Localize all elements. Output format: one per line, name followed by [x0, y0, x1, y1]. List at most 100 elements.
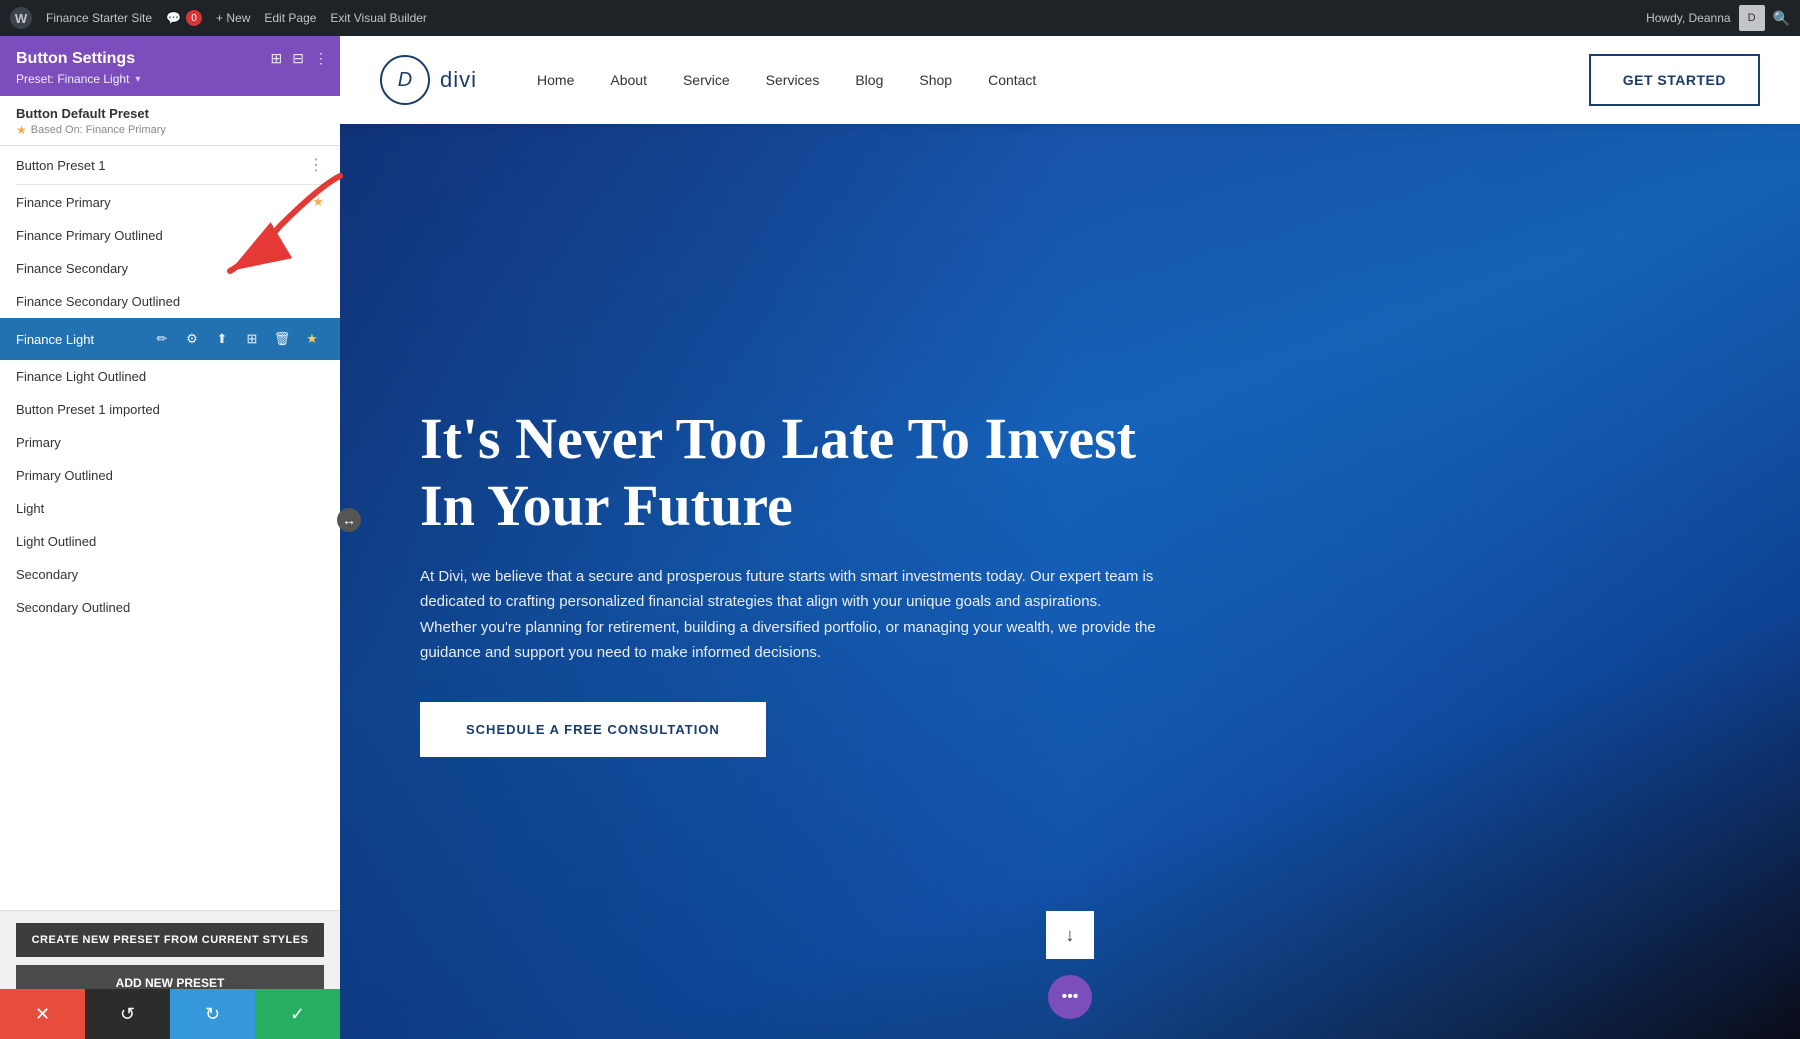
panel-title-icons: ⊞ ⊟ ⋮ [271, 50, 328, 67]
comment-count: 0 [186, 10, 202, 26]
preset-item-more-dots[interactable]: ⋮ [308, 155, 324, 175]
preset-item-primary-outlined[interactable]: Primary Outlined [0, 459, 340, 492]
scroll-down-icon: ↓ [1066, 925, 1075, 946]
site-navbar: D divi Home About Service Services Blog … [340, 36, 1800, 124]
website-preview: D divi Home About Service Services Blog … [340, 36, 1800, 1039]
edit-preset-icon[interactable]: ✏ [150, 327, 174, 351]
get-started-button[interactable]: GET STARTED [1589, 54, 1760, 106]
duplicate-preset-icon[interactable]: ⊞ [240, 327, 264, 351]
panel-title-text: Button Settings [16, 50, 135, 68]
hero-section: It's Never Too Late To Invest In Your Fu… [340, 124, 1800, 1039]
preset-item-light[interactable]: Light [0, 492, 340, 525]
wordpress-logo[interactable]: W [10, 7, 32, 29]
preset-item-name: Light Outlined [16, 534, 324, 549]
columns-icon[interactable]: ⊟ [292, 50, 304, 67]
preset-item-name: Secondary [16, 567, 324, 582]
panel-subtitle[interactable]: Preset: Finance Light ▾ [16, 72, 324, 86]
preset-item-finance-primary-outlined[interactable]: Finance Primary Outlined [0, 219, 340, 252]
hero-title: It's Never Too Late To Invest In Your Fu… [420, 406, 1160, 539]
hero-description: At Divi, we believe that a secure and pr… [420, 564, 1160, 666]
nav-shop[interactable]: Shop [919, 72, 952, 88]
upload-preset-icon[interactable]: ⬆ [210, 327, 234, 351]
create-preset-button[interactable]: CREATE NEW PRESET FROM CURRENT STYLES [16, 923, 324, 957]
delete-preset-icon[interactable]: 🗑 [270, 327, 294, 351]
scroll-down-button[interactable]: ↓ [1046, 911, 1094, 959]
purple-menu-button[interactable]: ••• [1048, 975, 1092, 1019]
search-icon[interactable]: 🔍 [1773, 10, 1790, 27]
exit-builder-button[interactable]: Exit Visual Builder [330, 11, 427, 25]
preset-star-icon: ★ [312, 194, 324, 210]
panel-header: Button Settings ⊞ ⊟ ⋮ Preset: Finance Li… [0, 36, 340, 96]
star-preset-icon[interactable]: ★ [300, 327, 324, 351]
preset-item-secondary[interactable]: Secondary [0, 558, 340, 591]
more-icon[interactable]: ⋮ [314, 50, 328, 67]
resize-handle[interactable]: ↔ [337, 508, 361, 532]
schedule-consultation-button[interactable]: SCHEDULE A FREE CONSULTATION [420, 702, 766, 757]
comment-icon: 💬 [166, 11, 181, 25]
default-preset-section: Button Default Preset ★ Based On: Financ… [0, 96, 340, 146]
save-icon: ✓ [290, 1004, 305, 1025]
preset-list: Button Preset 1 ⋮ Finance Primary ★ Fina… [0, 146, 340, 910]
bottom-toolbar: ✕ ↺ ↻ ✓ [0, 989, 340, 1039]
nav-services[interactable]: Services [766, 72, 820, 88]
cancel-icon: ✕ [35, 1004, 50, 1025]
based-on: ★ Based On: Finance Primary [16, 123, 324, 137]
preset-item-finance-light-outlined[interactable]: Finance Light Outlined [0, 360, 340, 393]
save-button[interactable]: ✓ [255, 989, 340, 1039]
preset-item-finance-primary[interactable]: Finance Primary ★ [0, 185, 340, 219]
undo-button[interactable]: ↺ [85, 989, 170, 1039]
preset-item-primary[interactable]: Primary [0, 426, 340, 459]
preset-item-finance-light[interactable]: Finance Light ✏ ⚙ ⬆ ⊞ 🗑 ★ [0, 318, 340, 360]
edit-page-button[interactable]: Edit Page [264, 11, 316, 25]
based-on-text: Based On: Finance Primary [31, 124, 166, 136]
settings-preset-icon[interactable]: ⚙ [180, 327, 204, 351]
preset-item-name: Primary [16, 435, 324, 450]
site-logo: D divi [380, 55, 477, 105]
nav-blog[interactable]: Blog [855, 72, 883, 88]
preset-item-finance-secondary-outlined[interactable]: Finance Secondary Outlined [0, 285, 340, 318]
preset-item-name: Finance Secondary [16, 261, 324, 276]
redo-button[interactable]: ↻ [170, 989, 255, 1039]
preset-item-button-preset-1[interactable]: Button Preset 1 ⋮ [0, 146, 340, 184]
cancel-button[interactable]: ✕ [0, 989, 85, 1039]
new-button[interactable]: + New [216, 11, 250, 25]
hero-content: It's Never Too Late To Invest In Your Fu… [340, 346, 1240, 816]
undo-icon: ↺ [120, 1004, 135, 1025]
user-greeting: Howdy, Deanna [1646, 11, 1731, 25]
preset-item-light-outlined[interactable]: Light Outlined [0, 525, 340, 558]
preset-item-name: Primary Outlined [16, 468, 324, 483]
preset-dropdown-arrow[interactable]: ▾ [135, 74, 140, 85]
comment-link[interactable]: 💬 0 [166, 10, 202, 26]
preset-item-finance-secondary[interactable]: Finance Secondary [0, 252, 340, 285]
expand-icon[interactable]: ⊞ [271, 50, 283, 67]
nav-contact[interactable]: Contact [988, 72, 1036, 88]
star-icon: ★ [16, 123, 27, 137]
site-nav: Home About Service Services Blog Shop Co… [537, 72, 1036, 88]
preset-item-name: Button Preset 1 [16, 158, 308, 173]
user-avatar[interactable]: D [1739, 5, 1765, 31]
active-item-actions: ✏ ⚙ ⬆ ⊞ 🗑 ★ [150, 327, 324, 351]
admin-bar: W Finance Starter Site 💬 0 + New Edit Pa… [0, 0, 1800, 36]
preset-item-name: Finance Primary Outlined [16, 228, 324, 243]
nav-service[interactable]: Service [683, 72, 730, 88]
dots-icon: ••• [1062, 988, 1079, 1006]
admin-bar-left: W Finance Starter Site 💬 0 + New Edit Pa… [10, 7, 427, 29]
main-content: Button Settings ⊞ ⊟ ⋮ Preset: Finance Li… [0, 36, 1800, 1039]
default-preset-label[interactable]: Button Default Preset [16, 106, 324, 121]
logo-letter: D [398, 69, 412, 92]
logo-name: divi [440, 67, 477, 93]
preset-item-button-preset-1-imported[interactable]: Button Preset 1 imported [0, 393, 340, 426]
preset-item-name: Finance Primary [16, 195, 312, 210]
preset-label: Preset: Finance Light [16, 72, 129, 86]
nav-about[interactable]: About [610, 72, 647, 88]
preset-item-name: Finance Secondary Outlined [16, 294, 324, 309]
redo-icon: ↻ [205, 1004, 220, 1025]
nav-home[interactable]: Home [537, 72, 574, 88]
admin-bar-right: Howdy, Deanna D 🔍 [1646, 5, 1790, 31]
site-name[interactable]: Finance Starter Site [46, 11, 152, 25]
preset-item-name: Finance Light [16, 332, 150, 347]
left-panel: Button Settings ⊞ ⊟ ⋮ Preset: Finance Li… [0, 36, 340, 1039]
preset-item-name: Light [16, 501, 324, 516]
preset-item-name: Finance Light Outlined [16, 369, 324, 384]
preset-item-secondary-outlined[interactable]: Secondary Outlined [0, 591, 340, 624]
